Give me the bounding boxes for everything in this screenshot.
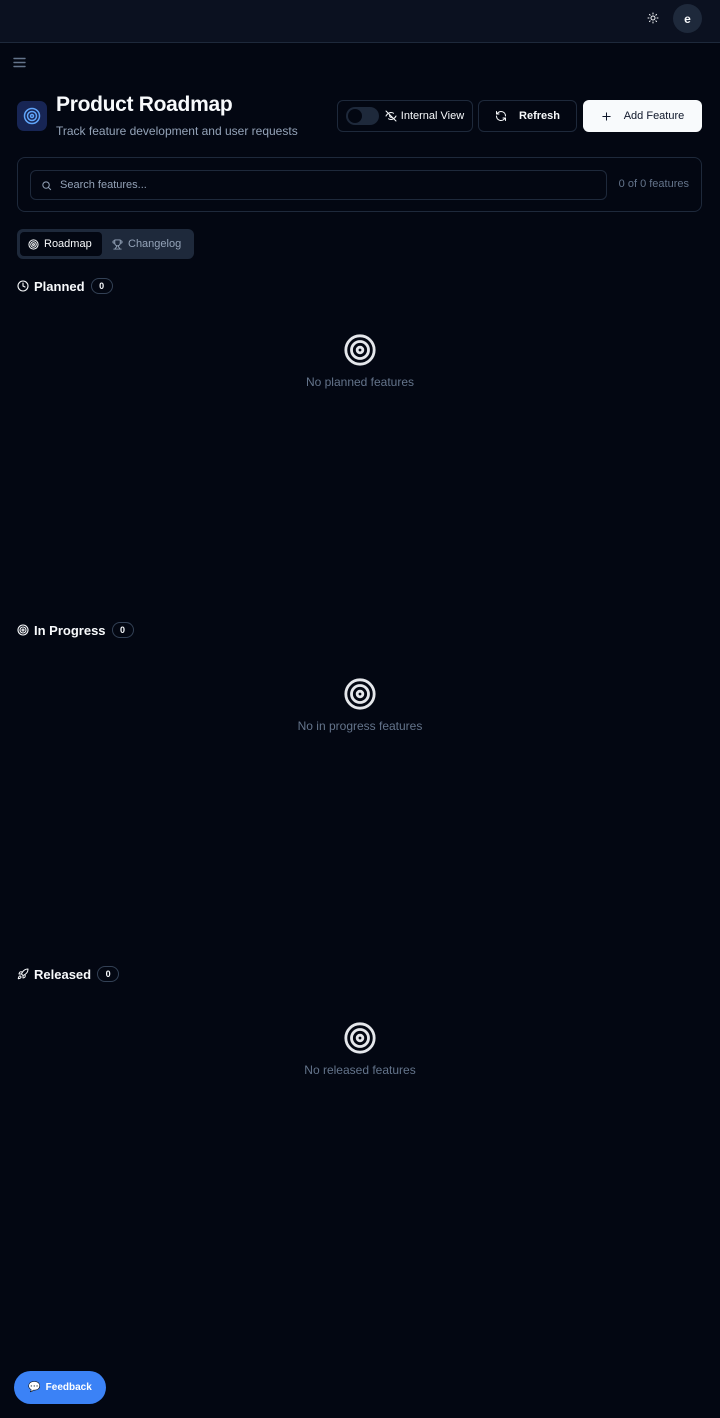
rocket-icon (17, 968, 29, 980)
tab-roadmap-label: Roadmap (44, 238, 92, 250)
tab-roadmap[interactable]: Roadmap (20, 232, 102, 256)
user-avatar[interactable]: e (673, 4, 702, 33)
count-badge: 0 (111, 622, 134, 638)
empty-state-text: No released features (304, 1063, 416, 1077)
section-title: Released (34, 966, 92, 982)
target-icon (23, 107, 41, 125)
count-badge: 0 (97, 966, 120, 982)
search-field[interactable] (30, 170, 607, 200)
view-tabs: Roadmap Changelog (17, 229, 194, 259)
internal-view-switch[interactable] (345, 107, 379, 125)
page-title: Product Roadmap (56, 93, 233, 116)
sun-icon (647, 12, 659, 24)
plus-icon (601, 111, 612, 122)
feedback-label: Feedback (45, 1382, 92, 1393)
search-icon (41, 180, 52, 191)
target-icon (28, 238, 39, 250)
planned-empty-state: No planned features (0, 333, 720, 389)
page-subtitle: Track feature development and user reque… (56, 124, 298, 138)
theme-toggle-button[interactable] (640, 8, 666, 28)
count-badge: 0 (90, 278, 113, 294)
in-progress-empty-state: No in progress features (0, 677, 720, 733)
refresh-button[interactable]: Refresh (478, 100, 577, 132)
section-planned-header: Planned 0 (17, 278, 113, 294)
target-icon (343, 677, 377, 711)
feature-count: 0 of 0 features (618, 178, 689, 190)
tab-changelog[interactable]: Changelog (104, 232, 189, 256)
tab-changelog-label: Changelog (128, 238, 182, 250)
feedback-button[interactable]: 💬 Feedback (14, 1371, 106, 1404)
empty-state-text: No in progress features (297, 719, 423, 733)
page-logo (17, 101, 47, 131)
target-icon (343, 333, 377, 367)
refresh-icon (495, 110, 507, 122)
refresh-label: Refresh (519, 110, 560, 122)
internal-view-label: Internal View (400, 110, 465, 122)
eye-off-icon (385, 110, 397, 122)
section-title: In Progress (34, 622, 106, 638)
clock-icon (17, 280, 29, 292)
target-icon (343, 1021, 377, 1055)
section-title: Planned (34, 278, 85, 294)
switch-knob (347, 109, 362, 123)
add-feature-button[interactable]: Add Feature (583, 100, 702, 132)
empty-state-text: No planned features (305, 375, 415, 389)
search-card: 0 of 0 features (17, 157, 702, 212)
sidebar-toggle-button[interactable] (12, 55, 26, 69)
target-icon (17, 624, 29, 636)
add-feature-label: Add Feature (623, 110, 685, 122)
section-released-header: Released 0 (17, 966, 120, 982)
internal-view-toggle[interactable]: Internal View (337, 100, 473, 132)
menu-icon (12, 57, 26, 68)
trophy-icon (112, 238, 123, 250)
top-bar: e (0, 0, 720, 43)
speech-bubble-icon: 💬 (28, 1382, 41, 1393)
released-empty-state: No released features (0, 1021, 720, 1077)
search-input[interactable] (60, 179, 580, 191)
section-in-progress-header: In Progress 0 (17, 622, 134, 638)
